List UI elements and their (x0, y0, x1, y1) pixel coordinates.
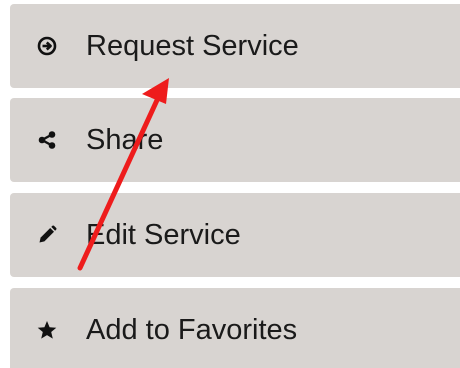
edit-service-label: Edit Service (86, 218, 241, 251)
circle-arrow-right-icon (37, 36, 57, 56)
share-button[interactable]: Share (10, 98, 460, 182)
share-icon (37, 130, 57, 150)
pencil-icon (37, 225, 57, 245)
share-label: Share (86, 123, 164, 156)
request-service-button[interactable]: Request Service (10, 4, 460, 88)
request-service-label: Request Service (86, 29, 299, 62)
add-to-favorites-button[interactable]: Add to Favorites (10, 288, 460, 368)
edit-service-button[interactable]: Edit Service (10, 193, 460, 277)
add-to-favorites-label: Add to Favorites (86, 313, 298, 346)
star-icon (37, 320, 57, 340)
